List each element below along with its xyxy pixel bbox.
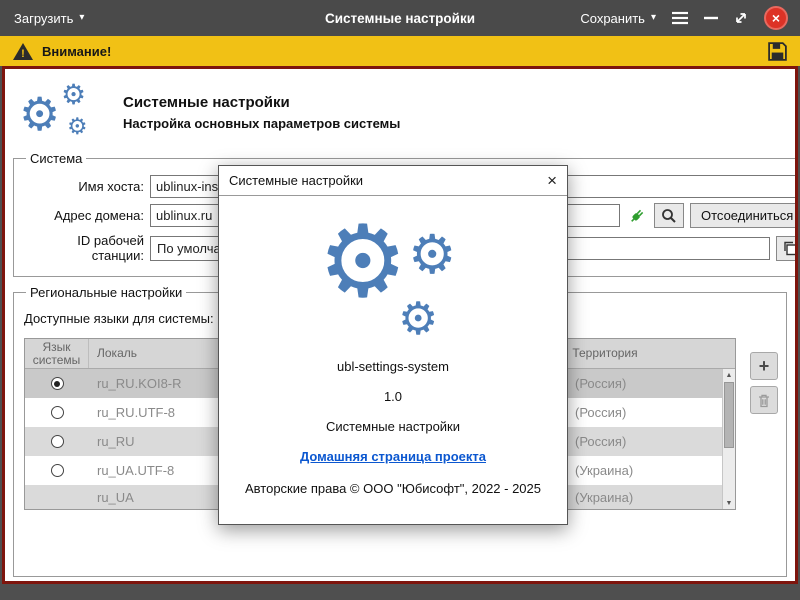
resize-diagonal-icon: [733, 10, 749, 26]
save-button-label: Сохранить: [580, 11, 645, 26]
dialog-app-name: ubl-settings-system: [219, 359, 567, 374]
save-file-button[interactable]: [767, 41, 788, 62]
app-window: Системные настройки Загрузить ▾ Сохранит…: [0, 0, 800, 600]
locale-cell: ru_UA.UTF-8: [89, 463, 239, 478]
gears-logo-icon: ⚙ ⚙ ⚙: [318, 216, 468, 344]
svg-text:!: !: [21, 48, 25, 60]
radio-cell: [25, 377, 89, 390]
page-header: ⚙ ⚙ ⚙ Системные настройки Настройка осно…: [5, 69, 795, 151]
dialog-version: 1.0: [219, 389, 567, 404]
domain-label: Адрес домена:: [22, 208, 144, 223]
titlebar-right: Сохранить ▾ ×: [580, 0, 788, 36]
minimize-icon: [704, 15, 718, 21]
bottom-bar: [0, 584, 800, 600]
warning-bar: ! Внимание!: [0, 36, 800, 66]
locale-cell: ru_RU.KOI8-R: [89, 376, 239, 391]
dialog-description: Системные настройки: [219, 419, 567, 434]
radio-cell: [25, 406, 89, 419]
languages-label: Доступные языки для системы:: [24, 311, 214, 326]
radio-language[interactable]: [51, 464, 64, 477]
column-header-locale: Локаль: [89, 339, 239, 368]
warning-triangle-icon: !: [12, 42, 34, 61]
dialog-close-button[interactable]: ×: [547, 172, 557, 189]
copy-id-button[interactable]: [776, 236, 798, 261]
gear-icon: ⚙: [67, 115, 88, 138]
gear-icon: ⚙: [19, 91, 60, 137]
locale-cell: ru_UA: [89, 490, 239, 505]
page-subtitle: Настройка основных параметров системы: [123, 116, 400, 131]
close-icon: ×: [547, 171, 557, 190]
caret-down-icon: ▾: [651, 13, 656, 23]
floppy-disk-icon: [767, 41, 788, 62]
add-locale-button[interactable]: +: [750, 352, 778, 380]
radio-cell: [25, 435, 89, 448]
titlebar: Системные настройки Загрузить ▾ Сохранит…: [0, 0, 800, 36]
menu-button[interactable]: [671, 11, 689, 25]
close-window-button[interactable]: ×: [764, 6, 788, 30]
regional-section-legend: Региональные настройки: [26, 285, 186, 300]
load-button-label: Загрузить: [14, 11, 73, 26]
dialog-title: Системные настройки: [229, 173, 363, 188]
dialog-titlebar: Системные настройки ×: [219, 166, 567, 196]
gear-icon: ⚙: [398, 296, 438, 341]
page-title: Системные настройки: [123, 94, 400, 111]
page-header-text: Системные настройки Настройка основных п…: [123, 94, 400, 131]
disconnect-button[interactable]: Отсоединиться: [690, 203, 798, 228]
hamburger-icon: [671, 11, 689, 25]
minimize-button[interactable]: [704, 15, 718, 21]
system-section-legend: Система: [26, 151, 86, 166]
copy-icon: [782, 240, 798, 256]
homepage-link[interactable]: Домашняя страница проекта: [300, 449, 486, 464]
radio-cell: [25, 464, 89, 477]
search-domain-button[interactable]: [654, 203, 684, 228]
table-scrollbar[interactable]: ▲ ▼: [722, 369, 735, 509]
radio-language[interactable]: [51, 406, 64, 419]
plus-icon: +: [759, 357, 770, 375]
warning-text: Внимание!: [42, 44, 111, 59]
locale-cell: ru_RU: [89, 434, 239, 449]
scroll-up-arrow[interactable]: ▲: [723, 369, 735, 381]
radio-language[interactable]: [51, 435, 64, 448]
save-button[interactable]: Сохранить ▾: [580, 11, 656, 26]
gear-icon: ⚙: [318, 212, 408, 312]
scroll-down-arrow[interactable]: ▼: [723, 497, 735, 509]
magnifier-icon: [661, 208, 677, 224]
workstation-id-label: ID рабочей станции:: [22, 233, 144, 263]
gears-app-icon: ⚙ ⚙ ⚙: [17, 81, 105, 143]
about-dialog: Системные настройки × ⚙ ⚙ ⚙ ubl-settings…: [218, 165, 568, 525]
locale-cell: ru_RU.UTF-8: [89, 405, 239, 420]
hostname-label: Имя хоста:: [22, 179, 144, 194]
gear-icon: ⚙: [61, 81, 86, 109]
radio-language-selected[interactable]: [51, 377, 64, 390]
dialog-copyright: Авторские права © ООО "Юбисофт", 2022 - …: [219, 481, 567, 496]
plug-icon: [628, 207, 646, 225]
load-button[interactable]: Загрузить ▾: [14, 0, 84, 36]
maximize-button[interactable]: [733, 10, 749, 26]
scrollbar-thumb[interactable]: [724, 382, 734, 448]
connection-status: [626, 207, 648, 225]
dialog-body: ⚙ ⚙ ⚙ ubl-settings-system 1.0 Системные …: [219, 216, 567, 496]
gear-icon: ⚙: [408, 228, 456, 282]
delete-locale-button[interactable]: [750, 386, 778, 414]
close-icon: ×: [772, 11, 780, 25]
table-side-buttons: +: [750, 352, 778, 414]
caret-down-icon: ▾: [79, 13, 84, 23]
column-header-language: Язык системы: [25, 339, 89, 368]
trash-icon: [756, 392, 772, 409]
